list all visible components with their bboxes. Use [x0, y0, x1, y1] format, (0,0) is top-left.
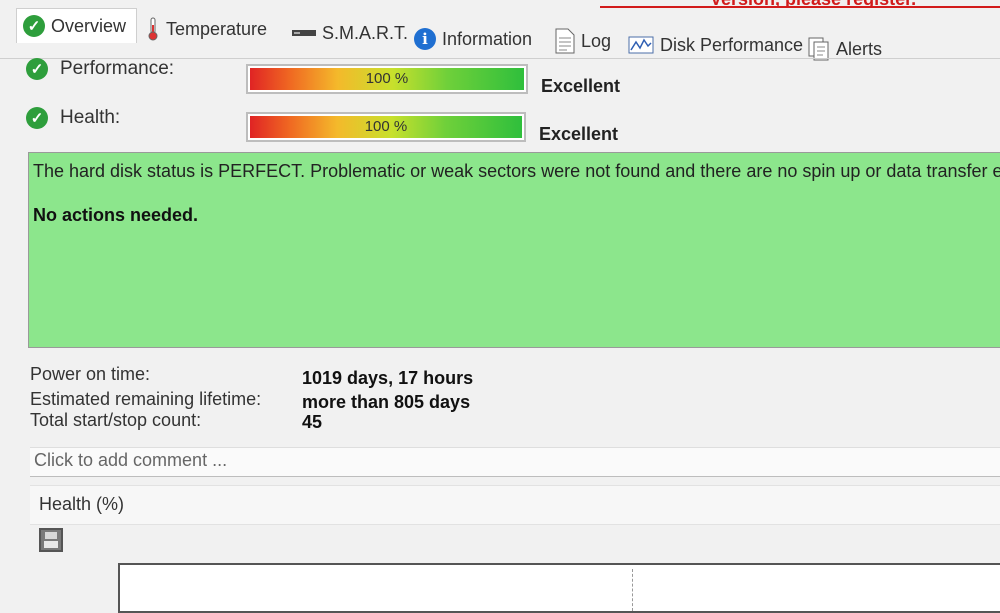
check-icon: ✓ — [23, 15, 45, 37]
remaining-lifetime-label: Estimated remaining lifetime: — [30, 389, 262, 409]
health-label: Health: — [60, 107, 121, 128]
status-message: The hard disk status is PERFECT. Problem… — [33, 161, 1000, 181]
health-chart-title: Health (%) — [39, 494, 125, 514]
tab-label: Alerts — [836, 38, 883, 59]
tab-temperature[interactable]: Temperature — [146, 14, 267, 44]
start-stop-count-value: 45 — [302, 412, 323, 432]
health-bar: 100 % — [246, 112, 526, 142]
save-icon[interactable] — [39, 528, 63, 552]
health-row: ✓ Health: — [26, 107, 120, 129]
chart-icon — [628, 36, 654, 54]
health-chart-header: Health (%) — [30, 485, 1000, 525]
check-icon: ✓ — [26, 58, 48, 80]
tab-label: Log — [581, 30, 612, 51]
health-percent: 100 % — [364, 118, 408, 135]
tab-label: S.M.A.R.T. — [322, 22, 409, 43]
start-stop-count-label: Total start/stop count: — [30, 410, 202, 430]
health-chart-area — [118, 563, 1000, 613]
tab-smart[interactable]: S.M.A.R.T. — [292, 18, 408, 48]
power-on-time-value: 1019 days, 17 hours — [302, 368, 474, 388]
chart-gridline — [632, 569, 633, 611]
info-icon: i — [414, 28, 436, 50]
status-panel: The hard disk status is PERFECT. Problem… — [28, 152, 1000, 348]
tab-label: Overview — [51, 15, 127, 36]
performance-bar: 100 % — [246, 64, 528, 94]
check-icon: ✓ — [26, 107, 48, 129]
tab-overview[interactable]: ✓ Overview — [16, 8, 138, 43]
performance-percent: 100 % — [365, 70, 409, 87]
tab-label: Information — [442, 28, 533, 49]
comment-field[interactable]: Click to add comment ... — [30, 447, 1000, 477]
tab-label: Temperature — [166, 18, 268, 39]
thermometer-icon — [146, 17, 160, 41]
health-rating: Excellent — [539, 124, 619, 144]
tab-alerts[interactable]: Alerts — [808, 34, 882, 64]
tab-disk-performance[interactable]: Disk Performance — [628, 30, 803, 60]
status-action: No actions needed. — [33, 205, 199, 225]
performance-rating: Excellent — [541, 76, 621, 96]
tab-information[interactable]: i Information — [414, 24, 532, 54]
document-icon — [555, 28, 575, 54]
tab-bar: ✓ Overview Temperature S.M.A.R.T. i Info… — [0, 8, 1000, 61]
tab-label: Disk Performance — [660, 34, 804, 55]
performance-row: ✓ Performance: — [26, 58, 174, 80]
performance-label: Performance: — [60, 58, 175, 79]
remaining-lifetime-value: more than 805 days — [302, 392, 471, 412]
register-banner[interactable]: Version, please register. — [600, 0, 1000, 8]
drive-icon — [292, 28, 316, 38]
power-on-time-label: Power on time: — [30, 364, 151, 384]
tab-log[interactable]: Log — [555, 26, 611, 56]
